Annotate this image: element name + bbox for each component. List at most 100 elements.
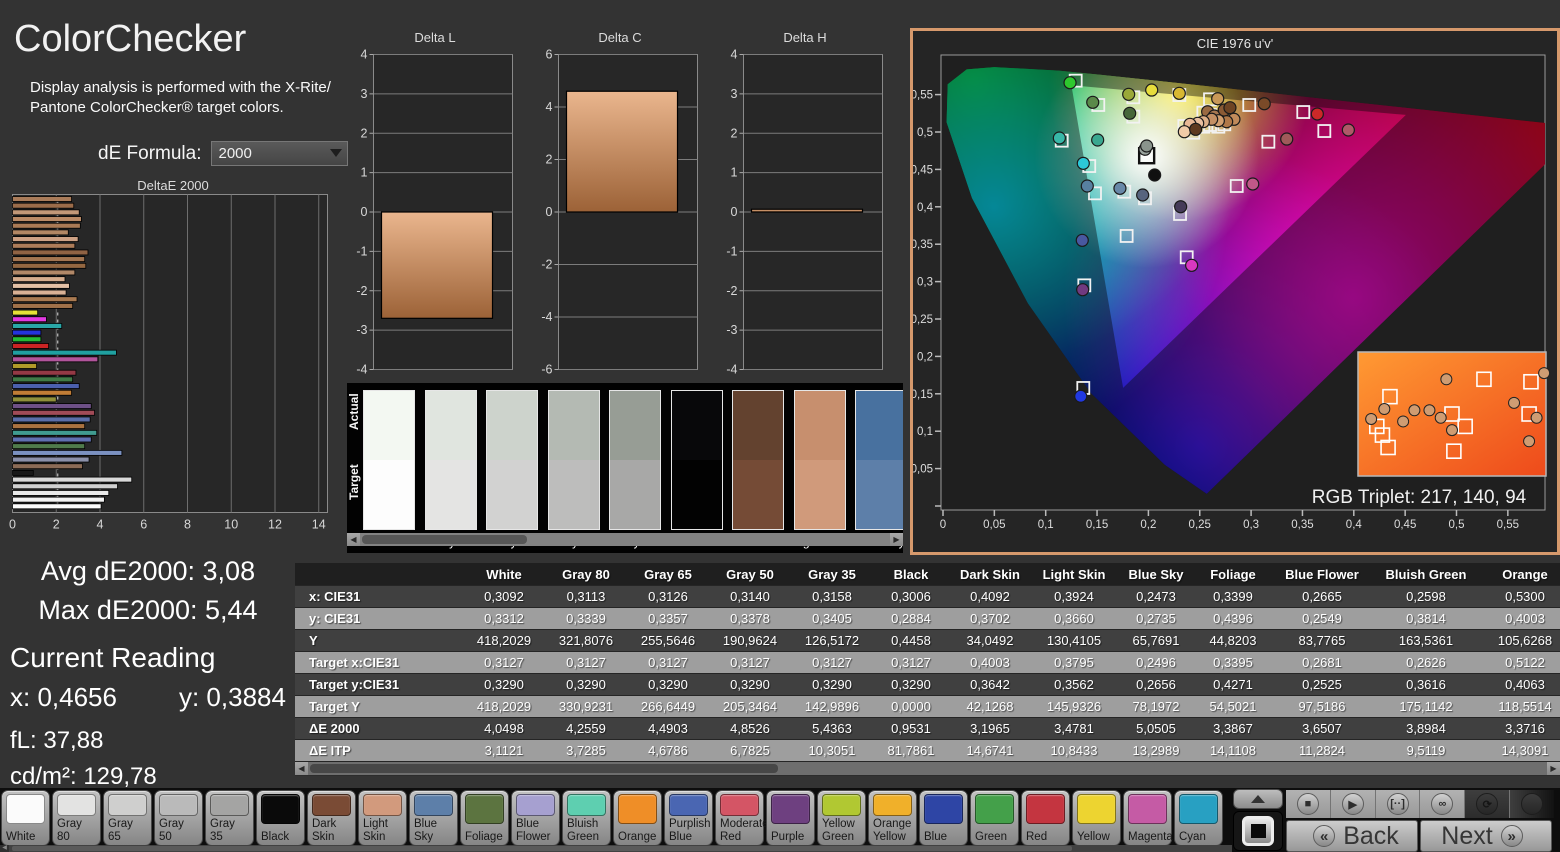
patch-button-purple[interactable]: Purple (766, 790, 815, 846)
color-chip (771, 794, 810, 824)
table-cell: 44,8203 (1195, 630, 1271, 651)
table-cell: 3,1121 (463, 740, 545, 761)
table-cell: 0,3290 (791, 674, 873, 695)
strip-swatch: Gray 65 (486, 390, 538, 549)
patch-button-foliage[interactable]: Foliage (460, 790, 509, 846)
table-scrollbar[interactable]: ◀ ▶ (295, 762, 1560, 775)
table-cell: 9,5119 (1373, 740, 1479, 761)
record-button[interactable] (1509, 790, 1554, 818)
strip-scrollbar[interactable]: ◀ ▶ (347, 533, 903, 546)
svg-text:2: 2 (731, 126, 738, 140)
row-label: Y (295, 630, 463, 651)
refresh-button[interactable]: ⟳ (1464, 790, 1509, 818)
play-button[interactable]: ▶ (1330, 790, 1375, 818)
patch-button-gray-50[interactable]: Gray 50 (154, 790, 203, 846)
app-description: Display analysis is performed with the X… (30, 78, 350, 118)
scrollbar-thumb[interactable] (362, 535, 527, 544)
stop-button[interactable]: ■ (1286, 790, 1330, 818)
svg-text:0: 0 (940, 519, 946, 531)
measurement-marker (1258, 98, 1270, 110)
colorchecker-window: ColorChecker Display analysis is perform… (0, 0, 1560, 852)
measurement-marker (1342, 124, 1354, 136)
bottom-scrollbar[interactable]: ◀ (0, 845, 1232, 852)
actual-patch (733, 391, 783, 460)
row-label: Target y:CIE31 (295, 674, 463, 695)
patch-button-orange[interactable]: Orange (613, 790, 662, 846)
patch-button-yellow[interactable]: Yellow (1072, 790, 1121, 846)
measurement-marker (1123, 88, 1135, 100)
patch-button-gray-65[interactable]: Gray 65 (103, 790, 152, 846)
scroll-right-icon[interactable]: ▶ (890, 533, 903, 546)
scroll-left-icon[interactable]: ◀ (0, 845, 9, 852)
patch-button-magenta[interactable]: Magenta (1123, 790, 1172, 846)
patch-button-moderate-red[interactable]: ModerateRed (715, 790, 764, 846)
loop-range-button[interactable]: [··] (1375, 790, 1420, 818)
patch-button-orange-yellow[interactable]: OrangeYellow (868, 790, 917, 846)
expand-up-button[interactable] (1233, 789, 1283, 809)
table-cell: 0,4003 (1479, 608, 1560, 629)
measurement-marker (1053, 132, 1065, 144)
scroll-right-icon[interactable]: ▶ (1547, 762, 1560, 775)
table-cell: 0,3357 (627, 608, 709, 629)
table-cell: 0,2656 (1117, 674, 1195, 695)
table-cell: 175,1142 (1373, 696, 1479, 717)
column-header: Gray 50 (709, 563, 791, 585)
svg-text:0: 0 (361, 205, 368, 219)
patch-button-red[interactable]: Red (1021, 790, 1070, 846)
strip-swatch: Dark Skin (732, 390, 784, 549)
actual-patch (487, 391, 537, 460)
patch-button-black[interactable]: Black (256, 790, 305, 846)
svg-text:-4: -4 (541, 310, 552, 324)
svg-text:0,2: 0,2 (917, 351, 933, 363)
patch-button-bluish-green[interactable]: BluishGreen (562, 790, 611, 846)
svg-text:6: 6 (546, 48, 553, 62)
de-bar (13, 430, 97, 435)
patch-button-purplish-blue[interactable]: PurplishBlue (664, 790, 713, 846)
patch-button-cyan[interactable]: Cyan (1174, 790, 1223, 846)
target-patch (426, 460, 476, 529)
color-chip (975, 794, 1014, 824)
scroll-left-icon[interactable]: ◀ (295, 762, 308, 775)
infinity-button[interactable]: ∞ (1419, 790, 1464, 818)
table-cell: 105,6268 (1479, 630, 1560, 651)
delta-bar (752, 209, 863, 212)
color-chip (669, 794, 708, 816)
color-chip (1077, 794, 1116, 824)
back-label: Back (1343, 822, 1399, 851)
de-formula-select[interactable]: 2000 (211, 141, 348, 166)
de-bar (13, 464, 83, 469)
patch-button-gray-35[interactable]: Gray 35 (205, 790, 254, 846)
svg-text:6: 6 (140, 518, 147, 532)
table-cell: 14,1108 (1195, 740, 1271, 761)
back-button[interactable]: « Back (1286, 820, 1418, 852)
table-cell: 0,3290 (709, 674, 791, 695)
pattern-window-button[interactable] (1233, 811, 1283, 851)
infinity-icon: ∞ (1431, 793, 1453, 815)
patch-button-blue-flower[interactable]: BlueFlower (511, 790, 560, 846)
patch-button-gray-80[interactable]: Gray 80 (52, 790, 101, 846)
svg-text:0,3: 0,3 (917, 277, 933, 289)
scroll-left-icon[interactable]: ◀ (347, 533, 360, 546)
scrollbar-thumb[interactable] (310, 764, 778, 773)
row-label: x: CIE31 (295, 586, 463, 607)
svg-text:0,25: 0,25 (913, 314, 933, 326)
table-cell: 14,6741 (949, 740, 1031, 761)
patch-button-green[interactable]: Green (970, 790, 1019, 846)
patch-button-dark-skin[interactable]: Dark Skin (307, 790, 356, 846)
color-chip (822, 794, 861, 816)
patch-button-white[interactable]: White (1, 790, 50, 846)
patch-button-blue-sky[interactable]: Blue Sky (409, 790, 458, 846)
de-bar (13, 390, 72, 395)
actual-patch (672, 391, 722, 460)
de-bar (13, 237, 79, 242)
target-patch (364, 460, 414, 529)
patch-button-light-skin[interactable]: Light Skin (358, 790, 407, 846)
patch-button-yellow-green[interactable]: YellowGreen (817, 790, 866, 846)
color-chip (465, 794, 504, 824)
next-button[interactable]: Next » (1420, 820, 1552, 852)
svg-text:-1: -1 (356, 244, 367, 258)
scrollbar-thumb[interactable] (12, 846, 1072, 851)
patch-button-blue[interactable]: Blue (919, 790, 968, 846)
table-cell: 0,2735 (1117, 608, 1195, 629)
svg-text:1: 1 (731, 166, 738, 180)
